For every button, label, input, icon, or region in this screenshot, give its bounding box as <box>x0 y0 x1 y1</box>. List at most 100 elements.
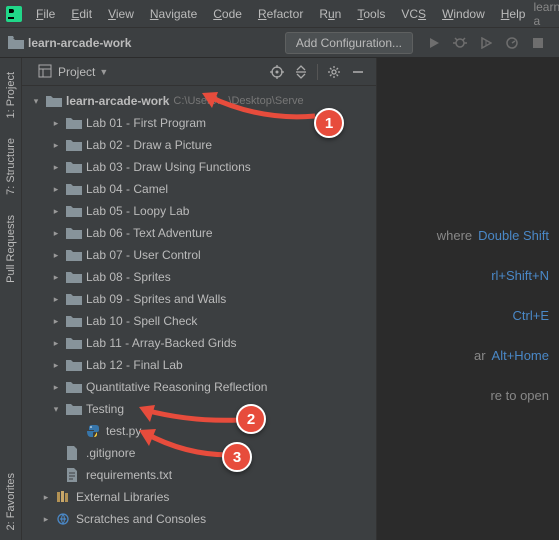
menu-navigate[interactable]: Navigate <box>142 0 205 28</box>
python-file-icon <box>86 424 102 438</box>
project-tree[interactable]: ▾ learn-arcade-work C:\Users\...\Desktop… <box>22 86 376 540</box>
menu-tools[interactable]: Tools <box>349 0 393 28</box>
scratches-icon <box>56 512 72 526</box>
chevron-right-icon[interactable]: ▸ <box>50 360 62 371</box>
tree-folder[interactable]: ▸Lab 02 - Draw a Picture <box>22 134 376 156</box>
tree-folder[interactable]: ▸Lab 12 - Final Lab <box>22 354 376 376</box>
profile-icon[interactable] <box>501 32 523 54</box>
folder-icon <box>66 182 82 196</box>
folder-icon <box>66 380 82 394</box>
tree-root[interactable]: ▾ learn-arcade-work C:\Users\...\Desktop… <box>22 90 376 112</box>
tree-folder[interactable]: ▸Lab 04 - Camel <box>22 178 376 200</box>
folder-icon <box>66 336 82 350</box>
tree-file-gitignore[interactable]: .gitignore <box>22 442 376 464</box>
left-tool-rail: 1: Project 7: Structure Pull Requests 2:… <box>0 58 22 540</box>
chevron-right-icon[interactable]: ▸ <box>50 184 62 195</box>
hint-drop-files: re to open <box>490 388 549 403</box>
chevron-right-icon[interactable]: ▸ <box>50 316 62 327</box>
folder-icon <box>66 402 82 416</box>
chevron-right-icon[interactable]: ▸ <box>50 162 62 173</box>
chevron-right-icon[interactable]: ▸ <box>50 294 62 305</box>
chevron-right-icon[interactable]: ▸ <box>50 206 62 217</box>
menu-bar: FileEditViewNavigateCodeRefactorRunTools… <box>0 0 559 28</box>
chevron-down-icon[interactable]: ▾ <box>50 404 62 415</box>
menu-help[interactable]: Help <box>493 0 534 28</box>
chevron-right-icon[interactable]: ▸ <box>40 492 52 503</box>
tree-folder[interactable]: ▸Lab 08 - Sprites <box>22 266 376 288</box>
app-title: learn-a <box>533 0 559 28</box>
add-configuration-button[interactable]: Add Configuration... <box>285 32 413 54</box>
toolbar: learn-arcade-work Add Configuration... <box>0 28 559 58</box>
menu-run[interactable]: Run <box>311 0 349 28</box>
library-icon <box>56 490 72 504</box>
chevron-down-icon[interactable]: ▾ <box>30 96 42 107</box>
folder-icon <box>66 226 82 240</box>
chevron-right-icon[interactable]: ▸ <box>50 338 62 349</box>
app-logo-icon <box>6 5 22 23</box>
rail-tab-pull-requests[interactable]: Pull Requests <box>5 205 17 293</box>
folder-icon <box>66 204 82 218</box>
chevron-right-icon[interactable]: ▸ <box>50 250 62 261</box>
tree-root-label: learn-arcade-work <box>66 94 169 108</box>
rail-tab-structure[interactable]: 7: Structure <box>5 128 17 205</box>
tree-folder[interactable]: ▸Lab 05 - Loopy Lab <box>22 200 376 222</box>
file-icon <box>66 446 82 460</box>
separator <box>317 64 318 80</box>
project-panel-header: Project ▼ <box>22 58 376 86</box>
expand-all-icon[interactable] <box>291 62 311 82</box>
run-icon[interactable] <box>423 32 445 54</box>
menu-code[interactable]: Code <box>205 0 250 28</box>
hint-nav-bar: arAlt+Home <box>474 348 549 363</box>
tree-file-requirements[interactable]: requirements.txt <box>22 464 376 486</box>
chevron-right-icon[interactable]: ▸ <box>40 514 52 525</box>
folder-icon <box>66 160 82 174</box>
chevron-right-icon[interactable]: ▸ <box>50 228 62 239</box>
chevron-right-icon[interactable]: ▸ <box>50 272 62 283</box>
folder-icon <box>66 314 82 328</box>
tree-file-test-py[interactable]: test.py <box>22 420 376 442</box>
hint-recent-files: Ctrl+E <box>507 308 549 323</box>
chevron-right-icon[interactable]: ▸ <box>50 382 62 393</box>
menu-view[interactable]: View <box>100 0 142 28</box>
menu-window[interactable]: Window <box>434 0 493 28</box>
folder-icon <box>66 270 82 284</box>
locate-icon[interactable] <box>267 62 287 82</box>
tree-external-libraries[interactable]: ▸ External Libraries <box>22 486 376 508</box>
folder-icon <box>8 36 24 50</box>
rail-tab-favorites[interactable]: 2: Favorites <box>5 463 17 540</box>
folder-icon <box>66 116 82 130</box>
tree-folder[interactable]: ▸Lab 11 - Array-Backed Grids <box>22 332 376 354</box>
tree-folder[interactable]: ▸Lab 07 - User Control <box>22 244 376 266</box>
gear-icon[interactable] <box>324 62 344 82</box>
folder-icon <box>66 358 82 372</box>
chevron-down-icon[interactable]: ▼ <box>99 67 108 77</box>
text-file-icon <box>66 468 82 482</box>
menu-vcs[interactable]: VCS <box>393 0 434 28</box>
chevron-right-icon[interactable]: ▸ <box>50 140 62 151</box>
tree-folder[interactable]: ▸Lab 10 - Spell Check <box>22 310 376 332</box>
stop-icon[interactable] <box>527 32 549 54</box>
hide-icon[interactable] <box>348 62 368 82</box>
hint-search-everywhere: whereDouble Shift <box>437 228 549 243</box>
breadcrumb[interactable]: learn-arcade-work <box>28 36 131 50</box>
folder-icon <box>66 138 82 152</box>
coverage-icon[interactable] <box>475 32 497 54</box>
tree-folder[interactable]: ▸Lab 09 - Sprites and Walls <box>22 288 376 310</box>
debug-icon[interactable] <box>449 32 471 54</box>
menu-edit[interactable]: Edit <box>63 0 100 28</box>
folder-icon <box>46 94 62 108</box>
tree-folder[interactable]: ▸Lab 03 - Draw Using Functions <box>22 156 376 178</box>
menu-refactor[interactable]: Refactor <box>250 0 311 28</box>
folder-icon <box>66 248 82 262</box>
menu-file[interactable]: File <box>28 0 63 28</box>
tree-folder[interactable]: ▸Lab 06 - Text Adventure <box>22 222 376 244</box>
project-tool-window: Project ▼ ▾ learn-arcade-work C:\Users\.… <box>22 58 377 540</box>
rail-tab-project[interactable]: 1: Project <box>5 62 17 128</box>
tree-scratches[interactable]: ▸ Scratches and Consoles <box>22 508 376 530</box>
tree-folder[interactable]: ▸Lab 01 - First Program <box>22 112 376 134</box>
project-view-icon <box>38 64 54 80</box>
project-panel-title[interactable]: Project <box>58 65 95 79</box>
tree-folder[interactable]: ▸Quantitative Reasoning Reflection <box>22 376 376 398</box>
tree-folder-testing[interactable]: ▾ Testing <box>22 398 376 420</box>
chevron-right-icon[interactable]: ▸ <box>50 118 62 129</box>
